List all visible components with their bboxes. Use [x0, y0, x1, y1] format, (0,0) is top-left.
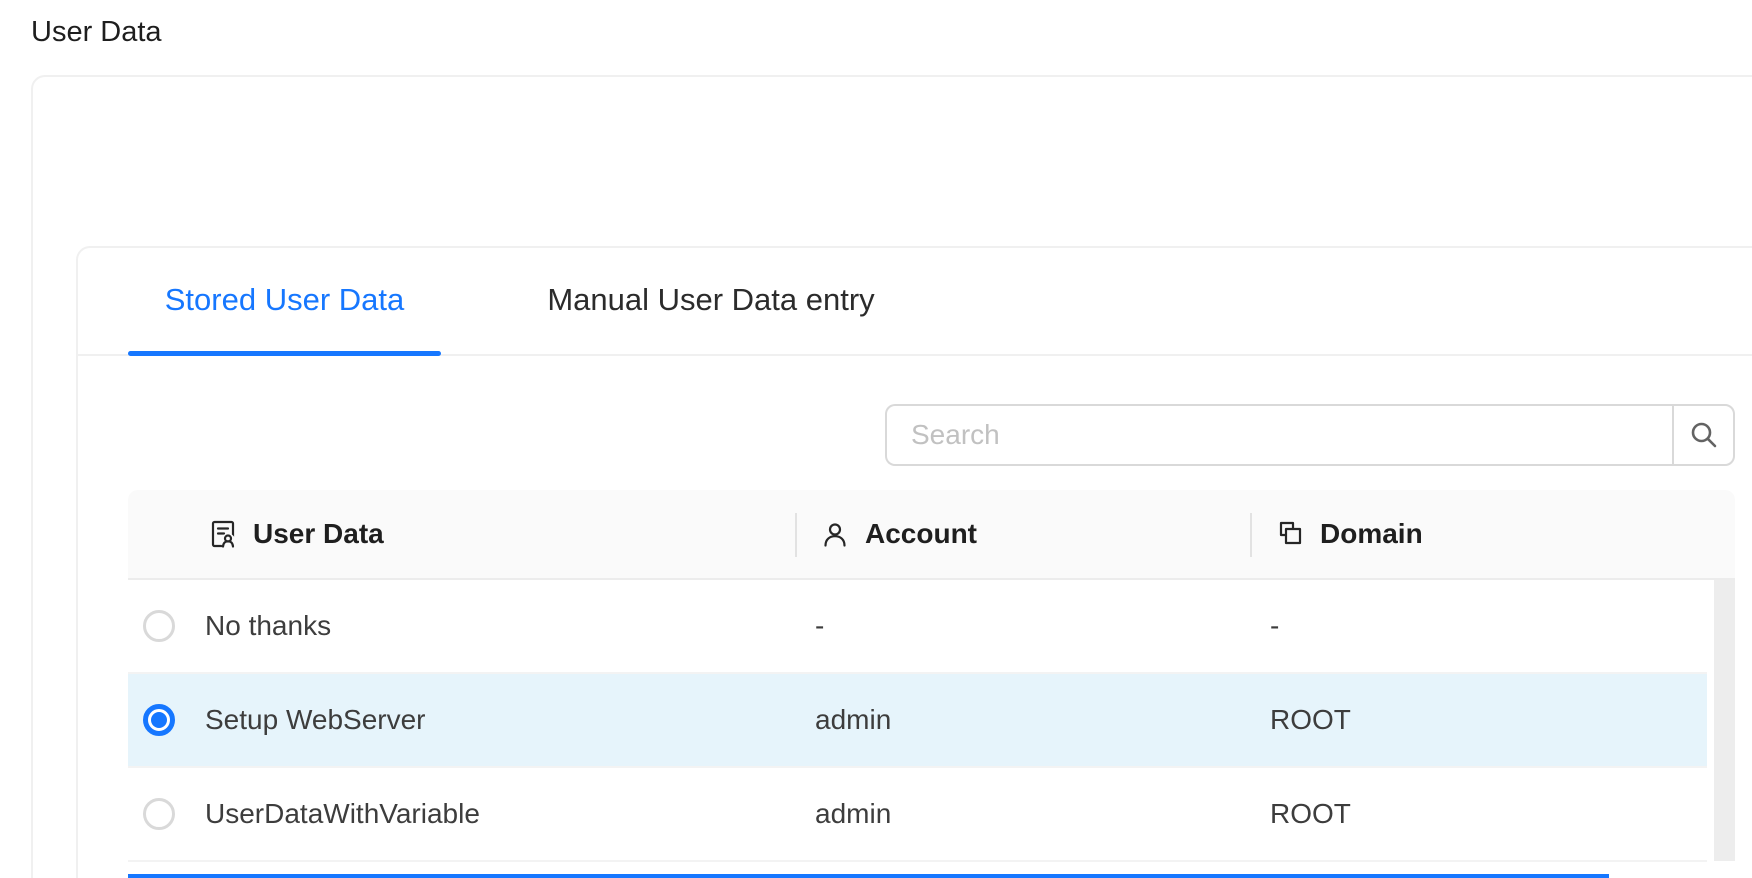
- column-header-account: Account: [820, 490, 977, 578]
- table-row-no-thanks[interactable]: No thanks - -: [128, 580, 1707, 674]
- column-header-domain: Domain: [1275, 490, 1423, 578]
- column-header-domain-label: Domain: [1320, 518, 1423, 550]
- tab-manual-user-data-entry-label: Manual User Data entry: [547, 282, 874, 318]
- cell-domain: ROOT: [1270, 674, 1351, 766]
- active-tab-ink-bar: [128, 351, 441, 356]
- cell-account: admin: [815, 674, 891, 766]
- bottom-blue-bar: [128, 874, 1609, 878]
- column-header-user-data: User Data: [208, 490, 384, 578]
- cell-account: admin: [815, 768, 891, 860]
- column-header-account-label: Account: [865, 518, 977, 550]
- search-button[interactable]: [1672, 404, 1735, 466]
- user-data-screen: User Data Stored User Data Manual User D…: [0, 0, 1752, 878]
- column-header-user-data-label: User Data: [253, 518, 384, 550]
- block-icon: [1275, 519, 1305, 549]
- search-icon: [1688, 419, 1720, 451]
- radio-setup-webserver[interactable]: [143, 704, 175, 736]
- user-icon: [820, 519, 850, 549]
- table-body: No thanks - - Setup WebServer admin ROOT…: [128, 580, 1707, 862]
- search-group: [885, 404, 1735, 466]
- cell-user-data: No thanks: [205, 580, 331, 672]
- tab-stored-user-data[interactable]: Stored User Data: [128, 248, 441, 352]
- radio-no-thanks[interactable]: [143, 610, 175, 642]
- header-separator: [795, 513, 797, 557]
- cell-domain: ROOT: [1270, 768, 1351, 860]
- search-input[interactable]: [885, 404, 1672, 466]
- table-header: User Data Account Domain: [128, 490, 1735, 580]
- tab-stored-user-data-label: Stored User Data: [165, 282, 405, 318]
- cell-account: -: [815, 580, 824, 672]
- cell-domain: -: [1270, 580, 1279, 672]
- solution-icon: [208, 519, 238, 549]
- tab-manual-user-data-entry[interactable]: Manual User Data entry: [505, 248, 917, 352]
- page-title: User Data: [31, 16, 162, 49]
- radio-userdatawithvariable[interactable]: [143, 798, 175, 830]
- table-row-setup-webserver[interactable]: Setup WebServer admin ROOT: [128, 674, 1707, 768]
- header-separator: [1250, 513, 1252, 557]
- cell-user-data: Setup WebServer: [205, 674, 426, 766]
- table-row-userdatawithvariable[interactable]: UserDataWithVariable admin ROOT: [128, 768, 1707, 862]
- table-vertical-scrollbar[interactable]: [1714, 580, 1735, 861]
- cell-user-data: UserDataWithVariable: [205, 768, 480, 860]
